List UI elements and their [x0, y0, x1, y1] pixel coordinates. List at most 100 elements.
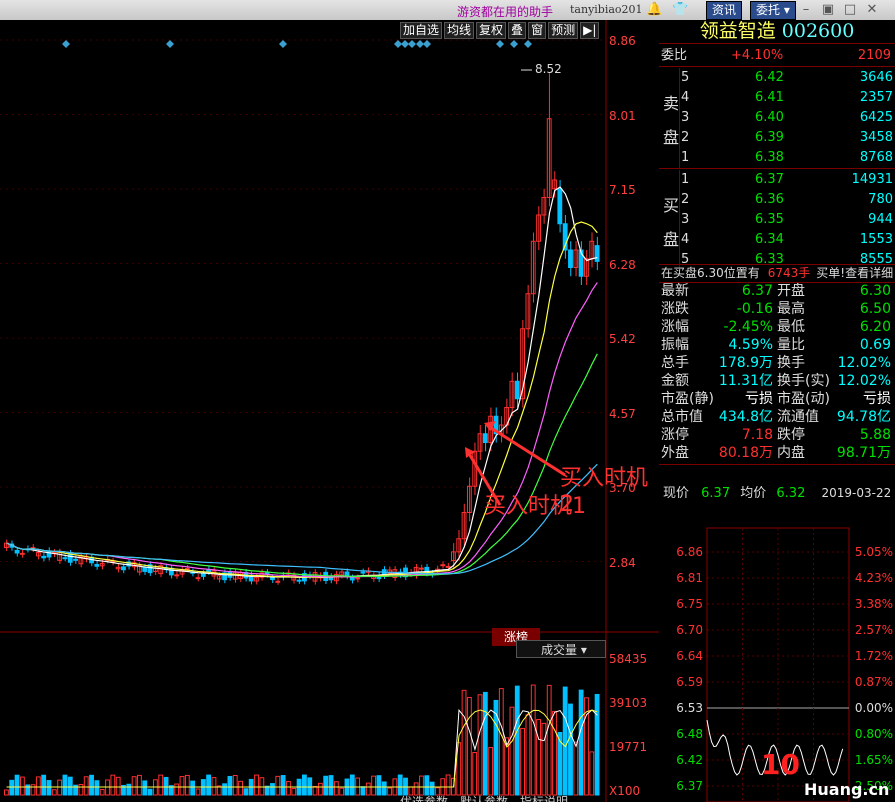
wb-pct: +4.10%	[731, 48, 784, 63]
volume-bar	[371, 775, 376, 796]
ask-label: 盘	[663, 128, 680, 147]
bid-row[interactable]: 1 6.37 14931	[681, 170, 893, 189]
volume-bar	[51, 789, 57, 796]
username: tanyibiao201	[570, 3, 643, 16]
intraday-pct-tick: 0.80%	[855, 727, 893, 741]
arrow-2	[487, 424, 566, 477]
volume-bar	[461, 689, 467, 796]
event-marker	[416, 40, 424, 48]
event-marker	[408, 40, 416, 48]
kline-chart[interactable]	[0, 20, 659, 802]
watermark-logo: 10	[761, 748, 800, 781]
price-tick: 2.84	[609, 555, 636, 570]
indicator-select[interactable]: 成交量 ▾	[516, 640, 606, 658]
volume-bar	[46, 780, 52, 796]
volume-bar	[41, 774, 47, 796]
price-tick: 4.57	[609, 406, 636, 421]
volume-bar	[174, 783, 180, 796]
price-tick: 8.01	[609, 108, 636, 123]
indicator-tab[interactable]: 优选参数	[400, 792, 448, 802]
volume-bar	[333, 781, 339, 796]
candle	[206, 569, 212, 572]
ma30-line	[6, 353, 598, 578]
stat-row: 涨幅 -2.45% 最低 6.20	[661, 319, 891, 335]
volume-bar	[387, 787, 392, 796]
minimize-icon[interactable]: –	[798, 2, 814, 18]
candle	[557, 188, 563, 225]
volume-bar	[131, 776, 137, 796]
intraday-price-tick: 6.48	[676, 727, 703, 741]
volume-bar	[323, 775, 329, 796]
wb-vol: 2109	[857, 48, 891, 63]
ask-row[interactable]: 1 6.38 8768	[681, 148, 893, 167]
ask-row[interactable]: 5 6.42 3646	[681, 68, 893, 87]
volume-tick: X100	[609, 784, 641, 798]
volume-bar	[25, 784, 31, 796]
volume-bar	[482, 691, 488, 796]
ask-row[interactable]: 3 6.40 6425	[681, 108, 893, 127]
kline-panel: 加自选 均线 复权叠窗预测 ▶| 8.86 8.01 7.15 6.28 5.42 4.57 3.…	[0, 20, 659, 802]
app-name: 游资都在用的助手	[457, 5, 554, 19]
restore-icon[interactable]: ▣	[820, 2, 836, 18]
ask-row[interactable]: 2 6.39 3458	[681, 128, 893, 147]
bid-row[interactable]: 3 6.35 944	[681, 210, 893, 229]
volume-bar	[339, 787, 345, 796]
volume-bar	[190, 780, 196, 796]
volume-bar	[520, 727, 526, 796]
volume-bar	[137, 774, 142, 796]
volume-bar	[546, 684, 552, 796]
event-marker	[394, 40, 402, 48]
news-button[interactable]: 资讯	[706, 1, 743, 20]
stat-row: 总市值 434.8亿 流通值 94.78亿	[661, 409, 891, 425]
candle	[94, 563, 100, 567]
maximize-icon[interactable]: □	[842, 2, 858, 18]
candle	[19, 552, 25, 555]
ask-row[interactable]: 4 6.41 2357	[681, 88, 893, 107]
stat-row: 涨跌 -0.16 最高 6.50	[661, 301, 891, 317]
volume-tick: 19771	[609, 740, 648, 754]
volume-bar	[365, 782, 371, 796]
volume-bar	[317, 782, 323, 796]
title-bar: 游资都在用的助手 tanyibiao201 🔔 👕 资讯 委托 ▾ – ▣ □ …	[0, 0, 895, 20]
price-tick: 8.86	[609, 34, 636, 48]
candle	[568, 249, 573, 268]
volume-bar	[578, 689, 584, 796]
ma10-line	[6, 221, 598, 578]
big-order-notice[interactable]: 在买盘6.30位置有 6743手 买单!查看详细	[661, 264, 895, 283]
volume-bar	[57, 779, 63, 796]
volume-bar	[530, 684, 536, 796]
candle	[419, 567, 424, 570]
intraday-header: 现价 6.37 均价 6.32 2019-03-22	[663, 486, 892, 501]
candle	[296, 579, 302, 582]
price-axis: 8.86 8.01 7.15 6.28 5.42 4.57 3.70 2.84	[608, 20, 658, 620]
candle	[440, 564, 446, 567]
intraday-price-tick: 6.64	[676, 649, 703, 663]
shirt-icon[interactable]: 👕	[672, 2, 688, 18]
candle	[41, 555, 47, 559]
volume-bar	[147, 788, 153, 796]
order-button[interactable]: 委托 ▾	[750, 1, 796, 20]
volume-bar	[99, 788, 105, 796]
indicator-tab[interactable]: 指标说明	[520, 792, 568, 802]
bid-row[interactable]: 2 6.36 780	[681, 190, 893, 209]
stat-row: 金额 11.31亿 换手(实) 12.02%	[661, 373, 891, 389]
ma20-line	[6, 282, 598, 578]
bid-row[interactable]: 4 6.34 1553	[681, 230, 893, 249]
volume-bar	[62, 774, 68, 796]
bid-book: 买盘 1 6.37 14931 2 6.36 780 3 6.35 944 4 6.34 1553 5 6.…	[659, 170, 895, 270]
intraday-price-tick: 6.70	[676, 623, 703, 637]
volume-bar	[280, 775, 286, 796]
volume-bar	[275, 775, 281, 796]
intraday-pct-tick: 2.57%	[855, 623, 893, 637]
price-tick: 6.28	[609, 257, 636, 272]
close-icon[interactable]: ✕	[864, 2, 880, 18]
volume-bar	[222, 783, 228, 796]
intraday-pct-tick: 1.72%	[855, 649, 893, 663]
volume-bar	[254, 774, 259, 796]
candle	[14, 549, 20, 554]
volume-bar	[206, 774, 212, 796]
indicator-tab[interactable]: 默认参数	[460, 792, 508, 802]
candle	[174, 574, 180, 577]
volume-bar	[514, 685, 520, 796]
bell-icon[interactable]: 🔔	[646, 2, 662, 18]
